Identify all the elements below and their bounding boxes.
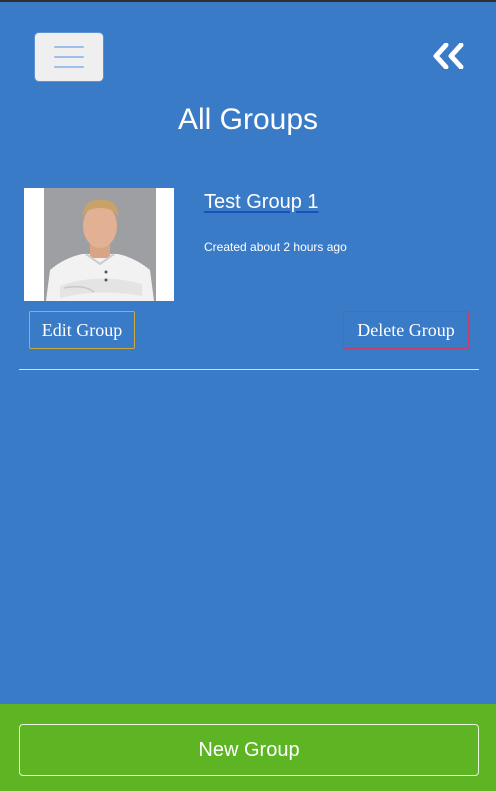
hamburger-icon-line: [54, 66, 84, 68]
edit-group-button[interactable]: Edit Group: [29, 311, 135, 349]
divider: [19, 369, 479, 370]
double-chevron-left-icon[interactable]: [432, 43, 466, 69]
delete-group-button[interactable]: Delete Group: [343, 311, 469, 349]
new-group-button[interactable]: New Group: [19, 724, 479, 776]
hamburger-icon-line: [54, 56, 84, 58]
group-name-link[interactable]: Test Group 1: [204, 191, 319, 214]
top-border: [0, 0, 496, 2]
group-created-time: Created about 2 hours ago: [204, 240, 347, 254]
footer-bar: New Group: [0, 704, 496, 791]
chef-portrait-photo: [24, 188, 174, 301]
page-title: All Groups: [177, 103, 319, 136]
group-image: [24, 188, 174, 301]
menu-toggle-button[interactable]: [34, 32, 104, 82]
hamburger-icon-line: [54, 46, 84, 48]
